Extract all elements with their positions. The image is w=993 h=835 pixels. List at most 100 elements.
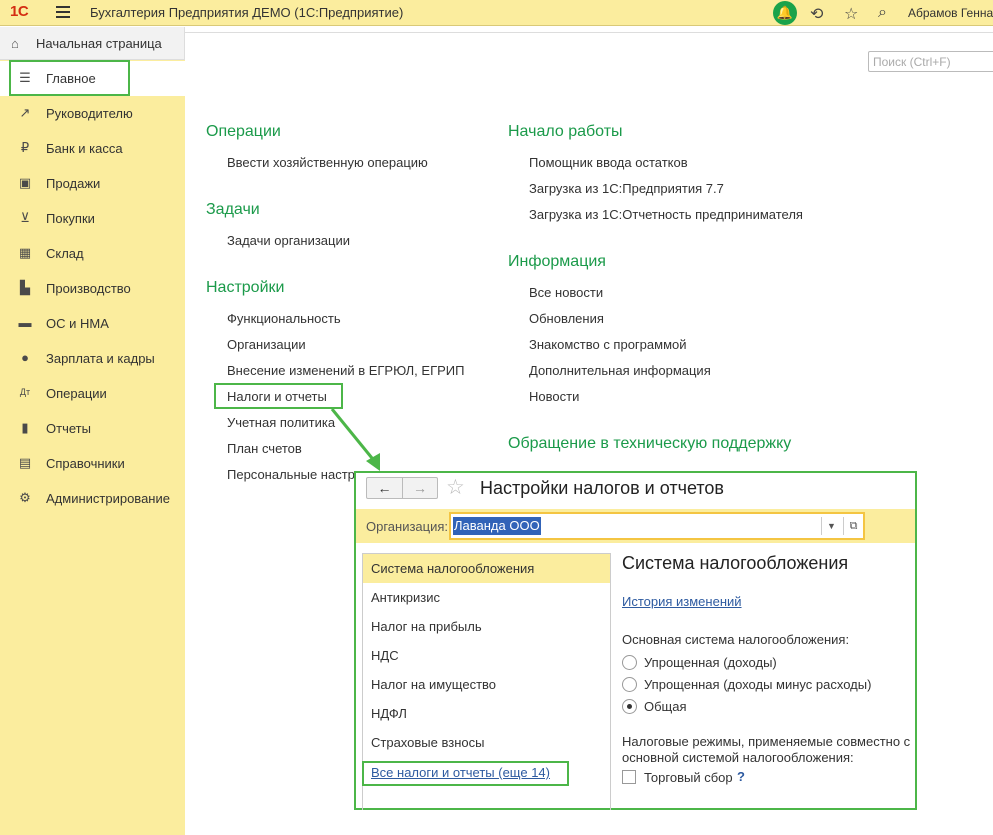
organization-label: Организация: bbox=[366, 519, 449, 534]
open-icon[interactable]: ⧉ bbox=[843, 517, 863, 535]
search-input[interactable]: Поиск (Ctrl+F) bbox=[868, 51, 993, 72]
link-additional-info[interactable]: Дополнительная информация bbox=[529, 363, 711, 378]
radio-label: Общая bbox=[644, 699, 687, 714]
sidebar: ⌂ Начальная страница ☰ Главное ↗ Руковод… bbox=[0, 27, 185, 835]
tax-item-ndfl[interactable]: НДФЛ bbox=[363, 699, 610, 728]
tax-item-anticrisis[interactable]: Антикризис bbox=[363, 583, 610, 612]
sidebar-item-assets[interactable]: ▬ ОС и НМА bbox=[0, 306, 185, 341]
link-import-reporting[interactable]: Загрузка из 1С:Отчетность предпринимател… bbox=[529, 207, 803, 222]
section-title-settings: Настройки bbox=[206, 279, 285, 296]
link-all-news[interactable]: Все новости bbox=[529, 285, 603, 300]
warehouse-icon: ▦ bbox=[18, 245, 32, 260]
sidebar-item-catalogs[interactable]: ▤ Справочники bbox=[0, 446, 185, 481]
sidebar-item-warehouse[interactable]: ▦ Склад bbox=[0, 236, 185, 271]
tax-settings-window: ← → ☆ Настройки налогов и отчетов Органи… bbox=[354, 471, 917, 810]
sidebar-item-label: Руководителю bbox=[46, 106, 133, 121]
highlight-main bbox=[9, 60, 130, 96]
sidebar-item-label: Зарплата и кадры bbox=[46, 351, 155, 366]
organization-value: Лаванда ООО bbox=[453, 517, 541, 535]
tax-item-insurance[interactable]: Страховые взносы bbox=[363, 728, 610, 757]
link-functionality[interactable]: Функциональность bbox=[227, 311, 341, 326]
radio-circle-selected[interactable] bbox=[622, 699, 637, 714]
tax-item-vat[interactable]: НДС bbox=[363, 641, 610, 670]
tax-item-property[interactable]: Налог на имущество bbox=[363, 670, 610, 699]
nav-buttons: ← → bbox=[366, 477, 438, 499]
history-icon[interactable]: ⟲ bbox=[810, 4, 823, 24]
user-name[interactable]: Абрамов Геннад bbox=[908, 6, 993, 20]
sidebar-item-bank[interactable]: ₽ Банк и касса bbox=[0, 131, 185, 166]
radio-simplified-income[interactable]: Упрощенная (доходы) bbox=[622, 654, 902, 672]
sidebar-item-operations[interactable]: Дт Операции bbox=[0, 376, 185, 411]
bell-icon[interactable]: 🔔 bbox=[773, 1, 797, 25]
home-icon: ⌂ bbox=[11, 36, 19, 51]
ruble-icon: ₽ bbox=[20, 140, 30, 155]
organization-input[interactable]: Лаванда ООО bbox=[453, 517, 816, 535]
app-title: Бухгалтерия Предприятия ДЕМО (1С:Предпри… bbox=[90, 5, 404, 20]
app-logo: 1С bbox=[10, 3, 29, 20]
link-chart-of-accounts[interactable]: План счетов bbox=[227, 441, 302, 456]
link-updates[interactable]: Обновления bbox=[529, 311, 604, 326]
sidebar-item-sales[interactable]: ▣ Продажи bbox=[0, 166, 185, 201]
favorite-star-icon[interactable]: ☆ bbox=[446, 475, 465, 500]
callout-arrow bbox=[330, 408, 380, 471]
link-balance-wizard[interactable]: Помощник ввода остатков bbox=[529, 155, 688, 170]
link-egrul-changes[interactable]: Внесение изменений в ЕГРЮЛ, ЕГРИП bbox=[227, 363, 464, 378]
sidebar-item-reports[interactable]: ▮ Отчеты bbox=[0, 411, 185, 446]
help-icon[interactable]: ? bbox=[737, 769, 745, 784]
section-title-tasks: Задачи bbox=[206, 201, 260, 218]
debit-credit-icon: Дт bbox=[19, 387, 31, 397]
sidebar-item-label: ОС и НМА bbox=[46, 316, 109, 331]
gear-icon: ⚙ bbox=[19, 490, 31, 505]
sidebar-item-label: Склад bbox=[46, 246, 84, 261]
sidebar-item-manager[interactable]: ↗ Руководителю bbox=[0, 96, 185, 131]
link-org-tasks[interactable]: Задачи организации bbox=[227, 233, 350, 248]
section-title-support[interactable]: Обращение в техническую поддержку bbox=[508, 435, 791, 453]
sidebar-item-admin[interactable]: ⚙ Администрирование bbox=[0, 481, 185, 516]
checkbox-label: Торговый сбор bbox=[644, 770, 733, 785]
menu-icon[interactable] bbox=[56, 6, 70, 18]
link-enter-operation[interactable]: Ввести хозяйственную операцию bbox=[227, 155, 428, 170]
sidebar-item-label: Производство bbox=[46, 281, 131, 296]
checkbox-box[interactable] bbox=[622, 770, 636, 784]
combined-modes-note: Налоговые режимы, применяемые совместно … bbox=[622, 734, 911, 765]
cart-icon: ⊻ bbox=[20, 210, 30, 225]
link-accounting-policy[interactable]: Учетная политика bbox=[227, 415, 335, 430]
radio-label: Упрощенная (доходы) bbox=[644, 655, 777, 670]
trade-fee-checkbox[interactable]: Торговый сбор ? bbox=[622, 769, 912, 787]
dropdown-arrow-icon[interactable]: ▼ bbox=[821, 517, 841, 535]
radio-circle[interactable] bbox=[622, 655, 637, 670]
radio-general[interactable]: Общая bbox=[622, 698, 902, 716]
home-tab[interactable]: ⌂ Начальная страница bbox=[0, 27, 185, 60]
forward-arrow-icon[interactable]: → bbox=[401, 478, 437, 498]
link-organizations[interactable]: Организации bbox=[227, 337, 306, 352]
sidebar-item-label: Продажи bbox=[46, 176, 101, 191]
search-icon[interactable]: ⌕ bbox=[878, 4, 887, 22]
link-news[interactable]: Новости bbox=[529, 389, 579, 404]
sidebar-item-salary[interactable]: ● Зарплата и кадры bbox=[0, 341, 185, 376]
radio-simplified-income-expenses[interactable]: Упрощенная (доходы минус расходы) bbox=[622, 676, 902, 694]
sidebar-item-label: Банк и касса bbox=[46, 141, 123, 156]
sidebar-item-label: Администрирование bbox=[46, 491, 170, 506]
truck-icon: ▬ bbox=[18, 315, 32, 330]
sidebar-item-purchases[interactable]: ⊻ Покупки bbox=[0, 201, 185, 236]
main-system-label: Основная система налогообложения: bbox=[622, 632, 850, 647]
star-icon[interactable]: ☆ bbox=[844, 4, 858, 24]
history-link[interactable]: История изменений bbox=[622, 594, 742, 609]
organization-field[interactable]: Лаванда ООО ▼ ⧉ bbox=[449, 512, 865, 540]
book-icon: ▤ bbox=[18, 455, 32, 470]
section-title-start: Начало работы bbox=[508, 123, 623, 140]
radio-circle[interactable] bbox=[622, 677, 637, 692]
sidebar-item-label: Покупки bbox=[46, 211, 95, 226]
top-bar: 1С Бухгалтерия Предприятия ДЕМО (1С:Пред… bbox=[0, 0, 993, 26]
back-arrow-icon[interactable]: ← bbox=[367, 478, 402, 498]
tax-item-profit[interactable]: Налог на прибыль bbox=[363, 612, 610, 641]
organization-bar: Организация: Лаванда ООО ▼ ⧉ bbox=[356, 509, 915, 543]
link-import-77[interactable]: Загрузка из 1С:Предприятия 7.7 bbox=[529, 181, 724, 196]
tax-item-system[interactable]: Система налогообложения bbox=[363, 554, 610, 583]
trend-icon: ↗ bbox=[19, 105, 31, 120]
pane-title: Система налогообложения bbox=[622, 553, 849, 573]
bar-chart-icon: ▮ bbox=[21, 420, 29, 435]
tab-divider bbox=[185, 32, 993, 33]
link-intro[interactable]: Знакомство с программой bbox=[529, 337, 687, 352]
sidebar-item-production[interactable]: ▙ Производство bbox=[0, 271, 185, 306]
